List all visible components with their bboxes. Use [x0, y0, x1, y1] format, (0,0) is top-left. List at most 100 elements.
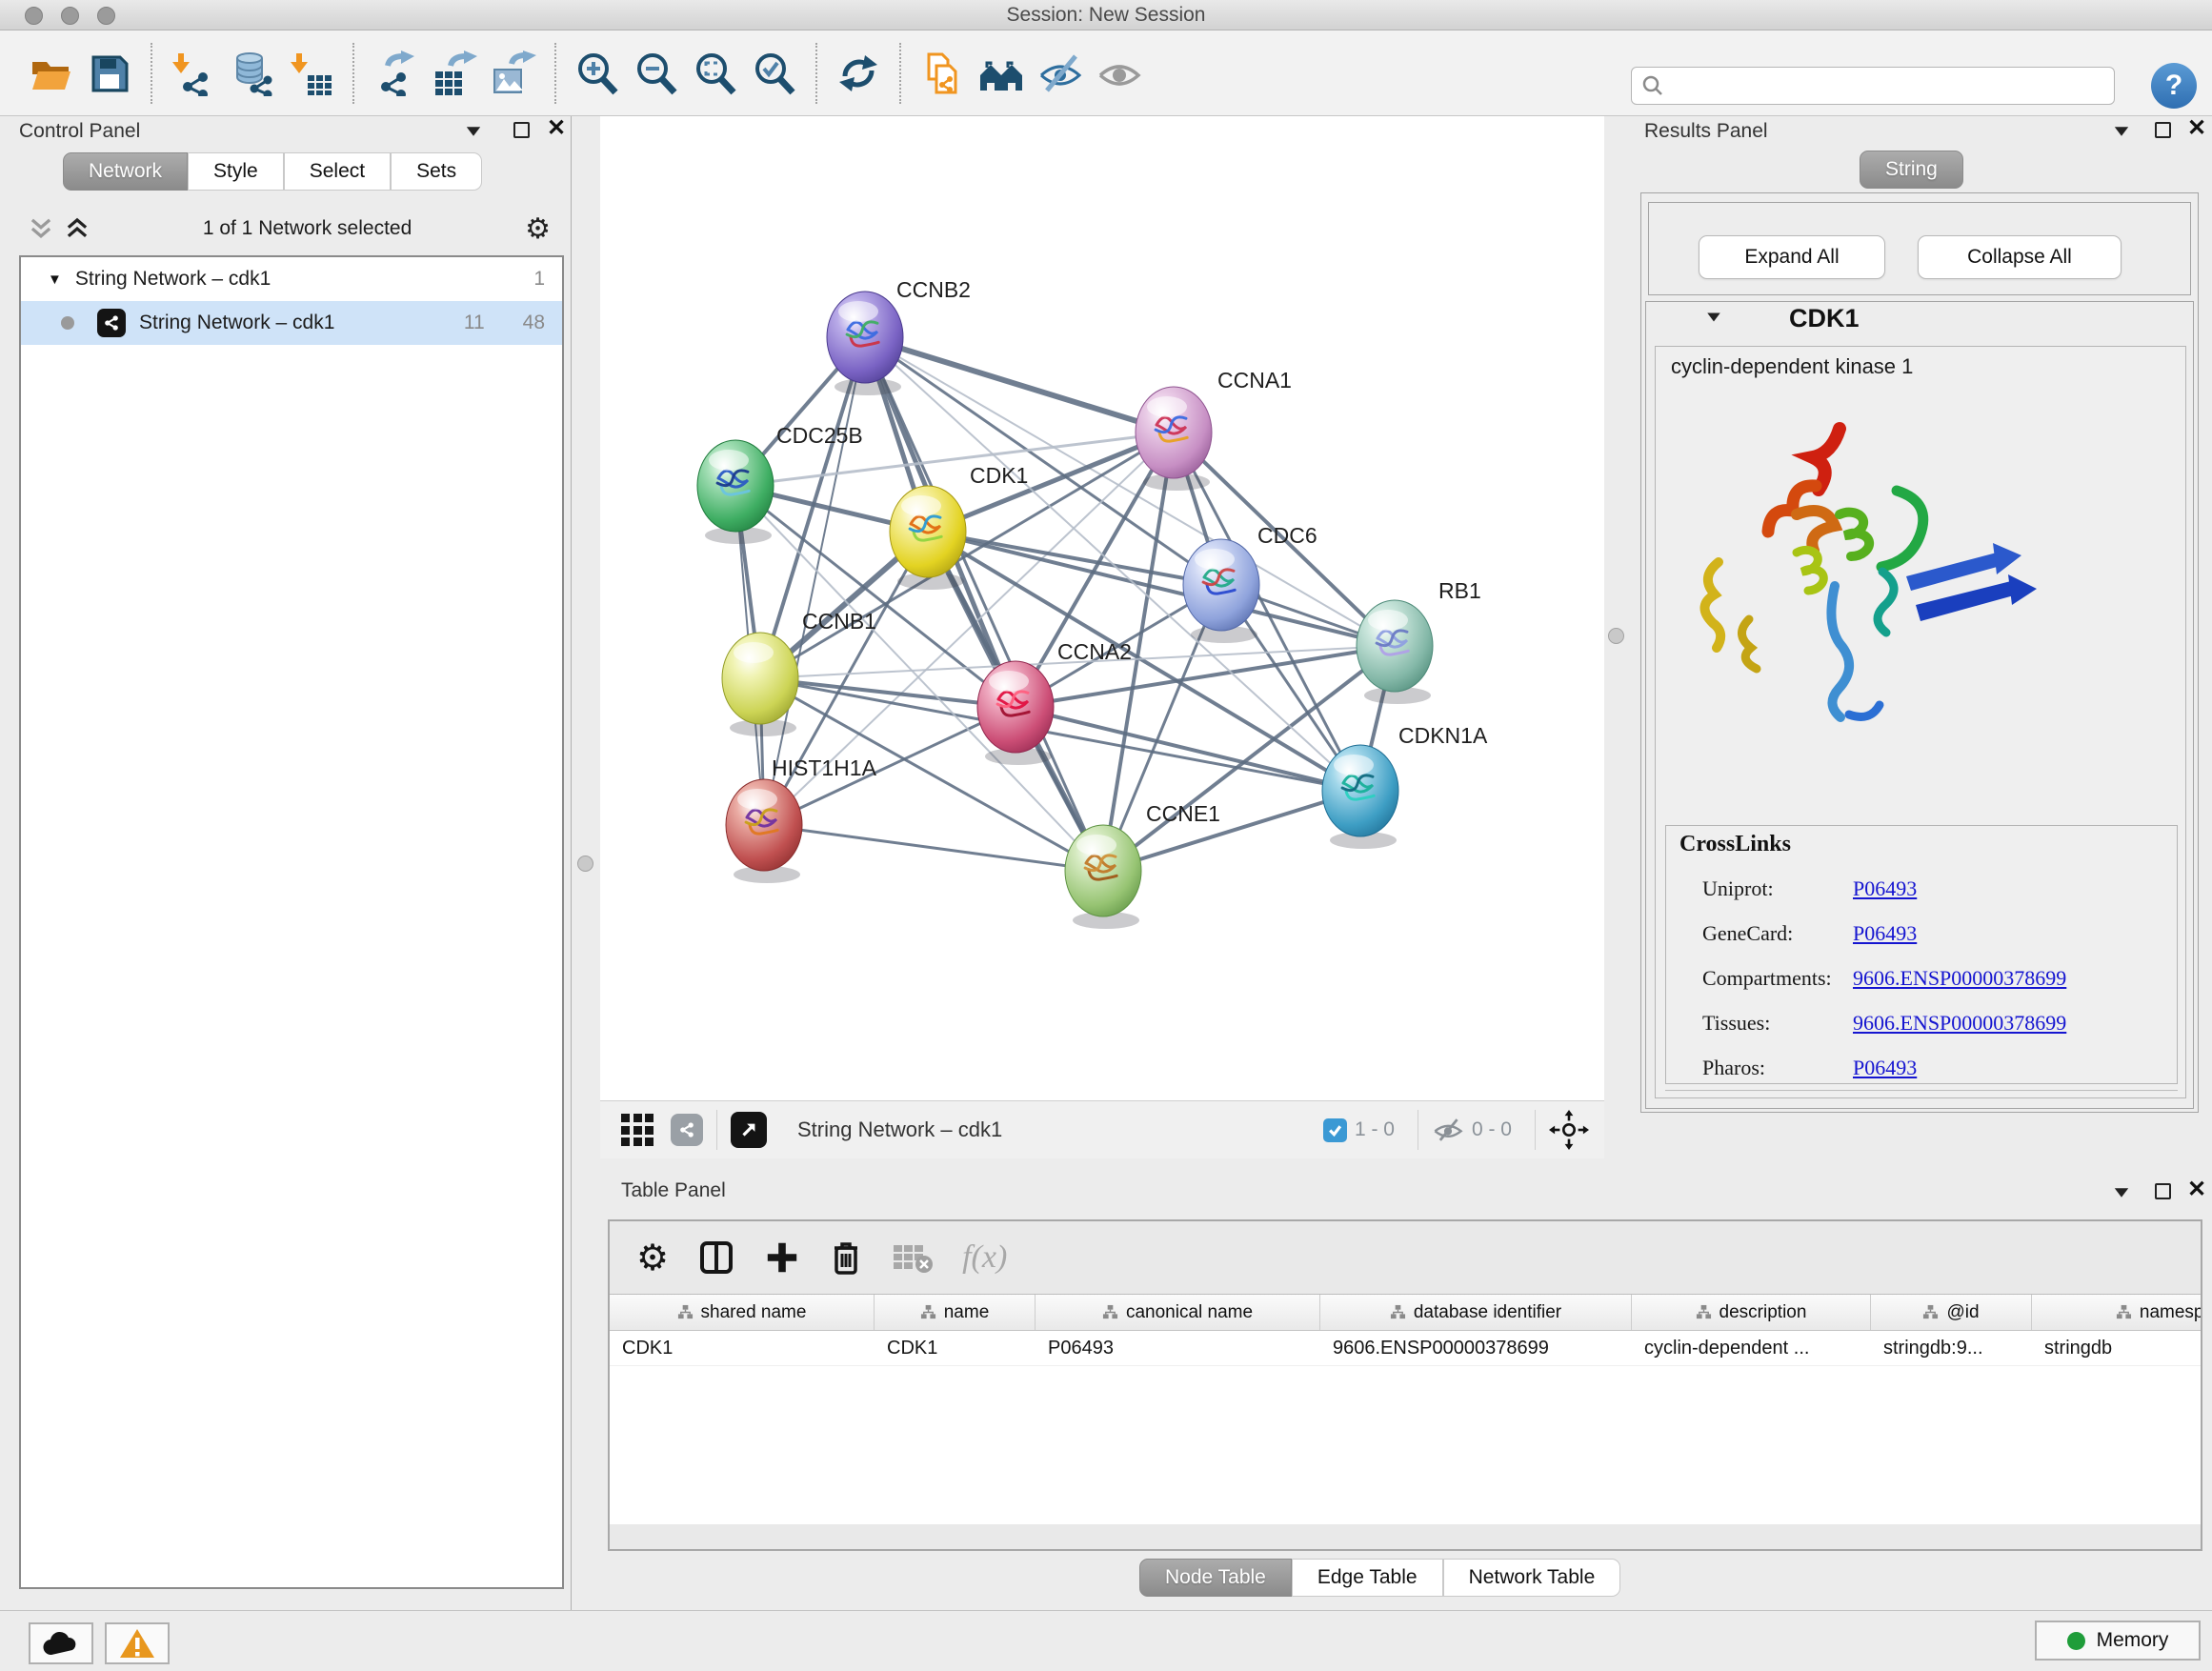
table-cell[interactable]: CDK1 [610, 1331, 875, 1365]
column-header-namespace[interactable]: namespace [2032, 1295, 2201, 1330]
results-panel-close-button[interactable]: ✕ [2187, 120, 2206, 140]
network-graph[interactable]: CCNB2CCNA1CDC25BCDK1CDC6RB1CCNB1CCNA2CDK… [600, 116, 1604, 1100]
results-panel-float-button[interactable] [2155, 122, 2171, 138]
main-toolbar: ? [0, 30, 2212, 116]
export-network-button[interactable] [371, 49, 420, 98]
network-node-CDK1[interactable] [890, 486, 966, 577]
crosslink-link[interactable]: P06493 [1853, 921, 1917, 946]
table-cell[interactable]: P06493 [1036, 1331, 1320, 1365]
memory-button[interactable]: Memory [2035, 1621, 2201, 1661]
search-field[interactable] [1631, 67, 2115, 105]
save-session-button[interactable] [85, 49, 134, 98]
hide-selected-button[interactable] [1036, 49, 1085, 98]
network-options-gear-icon[interactable]: ⚙︎ [525, 212, 551, 246]
results-panel-menu-button[interactable] [2113, 126, 2130, 137]
node-table[interactable]: shared namenamecanonical namedatabase id… [610, 1294, 2201, 1524]
warning-button[interactable] [105, 1622, 170, 1664]
houses-button[interactable] [976, 49, 1026, 98]
column-header-database-identifier[interactable]: database identifier [1320, 1295, 1632, 1330]
export-image-button[interactable] [489, 49, 538, 98]
tab-sets[interactable]: Sets [391, 152, 482, 191]
add-column-icon[interactable] [764, 1239, 800, 1276]
network-canvas[interactable]: CCNB2CCNA1CDC25BCDK1CDC6RB1CCNB1CCNA2CDK… [600, 116, 1604, 1100]
tab-network[interactable]: Network [63, 152, 188, 191]
table-panel-close-button[interactable]: ✕ [2187, 1181, 2206, 1201]
network-node-CCNE1[interactable] [1065, 825, 1141, 916]
detach-view-button[interactable] [731, 1112, 767, 1148]
tab-string[interactable]: String [1860, 151, 1963, 189]
control-panel-menu-button[interactable] [465, 126, 482, 137]
table-cell[interactable]: cyclin-dependent ... [1632, 1331, 1871, 1365]
tab-network-table[interactable]: Network Table [1443, 1559, 1621, 1597]
delete-column-icon[interactable] [829, 1238, 863, 1277]
tab-edge-table[interactable]: Edge Table [1292, 1559, 1443, 1597]
column-header-canonical-name[interactable]: canonical name [1036, 1295, 1320, 1330]
network-node-CCNB1[interactable] [722, 633, 798, 724]
crosslink-label: GeneCard: [1702, 921, 1853, 946]
crosslink-label: Tissues: [1702, 1011, 1853, 1036]
table-panel-menu-button[interactable] [2113, 1187, 2130, 1198]
tab-style[interactable]: Style [188, 152, 284, 191]
table-cell[interactable]: stringdb:9... [1871, 1331, 2032, 1365]
collapse-triangle-icon[interactable]: ▼ [48, 272, 62, 288]
refresh-button[interactable] [834, 49, 883, 98]
network-node-CDC25B[interactable] [697, 440, 774, 532]
crosslink-link[interactable]: P06493 [1853, 1056, 1917, 1080]
grid-view-icon[interactable] [621, 1114, 654, 1146]
birdseye-crosshair-icon[interactable] [1549, 1110, 1589, 1150]
expand-all-button[interactable]: Expand All [1699, 235, 1885, 279]
zoom-in-button[interactable] [573, 49, 622, 98]
zoom-fit-button[interactable] [691, 49, 740, 98]
crosslink-link[interactable]: 9606.ENSP00000378699 [1853, 1011, 2066, 1036]
cloud-button[interactable] [29, 1622, 93, 1664]
table-cell[interactable]: stringdb [2032, 1331, 2201, 1365]
table-options-gear-icon[interactable]: ⚙︎ [636, 1237, 669, 1279]
copy-document-button[interactable] [917, 49, 967, 98]
show-all-button[interactable] [1095, 49, 1144, 98]
tab-select[interactable]: Select [284, 152, 391, 191]
crosslink-link[interactable]: P06493 [1853, 876, 1917, 901]
column-header-description[interactable]: description [1632, 1295, 1871, 1330]
export-table-button[interactable] [430, 49, 479, 98]
show-columns-icon[interactable] [697, 1238, 735, 1277]
network-node-CCNA1[interactable] [1136, 387, 1212, 478]
zoom-out-button[interactable] [632, 49, 681, 98]
network-collection-row[interactable]: ▼ String Network – cdk1 1 [21, 257, 562, 301]
hierarchy-icon [1696, 1304, 1712, 1320]
right-splitter-handle[interactable] [1608, 628, 1624, 644]
zoom-selected-button[interactable] [750, 49, 799, 98]
network-node-HIST1H1A[interactable] [726, 779, 802, 871]
network-row-selected[interactable]: String Network – cdk1 11 48 [21, 301, 562, 345]
network-node-RB1[interactable] [1357, 600, 1433, 692]
expand-all-networks-icon[interactable] [29, 216, 53, 241]
collapse-all-networks-icon[interactable] [65, 216, 90, 241]
network-node-CCNB2[interactable] [827, 292, 903, 383]
table-cell[interactable]: 9606.ENSP00000378699 [1320, 1331, 1632, 1365]
network-node-CDC6[interactable] [1183, 539, 1259, 631]
selected-counts: 1 - 0 [1355, 1118, 1395, 1141]
tab-node-table[interactable]: Node Table [1139, 1559, 1292, 1597]
table-cell[interactable]: CDK1 [875, 1331, 1036, 1365]
network-thumbnail-icon[interactable] [671, 1114, 703, 1146]
entry-collapse-triangle-icon[interactable] [1705, 312, 1722, 323]
column-header-name[interactable]: name [875, 1295, 1036, 1330]
column-header-id[interactable]: @id [1871, 1295, 2032, 1330]
import-network-database-button[interactable] [228, 49, 277, 98]
crosslink-link[interactable]: 9606.ENSP00000378699 [1853, 966, 2066, 991]
control-panel-close-button[interactable]: ✕ [547, 120, 566, 140]
search-input[interactable] [1672, 75, 2114, 97]
collapse-all-button[interactable]: Collapse All [1918, 235, 2122, 279]
help-button[interactable]: ? [2151, 63, 2197, 109]
table-row[interactable]: CDK1CDK1P064939606.ENSP00000378699cyclin… [610, 1331, 2201, 1366]
import-table-button[interactable] [287, 49, 336, 98]
column-header-shared-name[interactable]: shared name [610, 1295, 875, 1330]
table-panel-float-button[interactable] [2155, 1183, 2171, 1199]
network-node-CDKN1A[interactable] [1322, 745, 1398, 836]
import-network-file-button[interactable] [169, 49, 218, 98]
hidden-counts: 0 - 0 [1472, 1118, 1512, 1141]
left-splitter-handle[interactable] [577, 856, 593, 872]
control-panel-float-button[interactable] [513, 122, 530, 138]
selected-checkbox[interactable] [1323, 1118, 1347, 1142]
open-session-button[interactable] [26, 49, 75, 98]
network-node-CCNA2[interactable] [977, 661, 1054, 753]
